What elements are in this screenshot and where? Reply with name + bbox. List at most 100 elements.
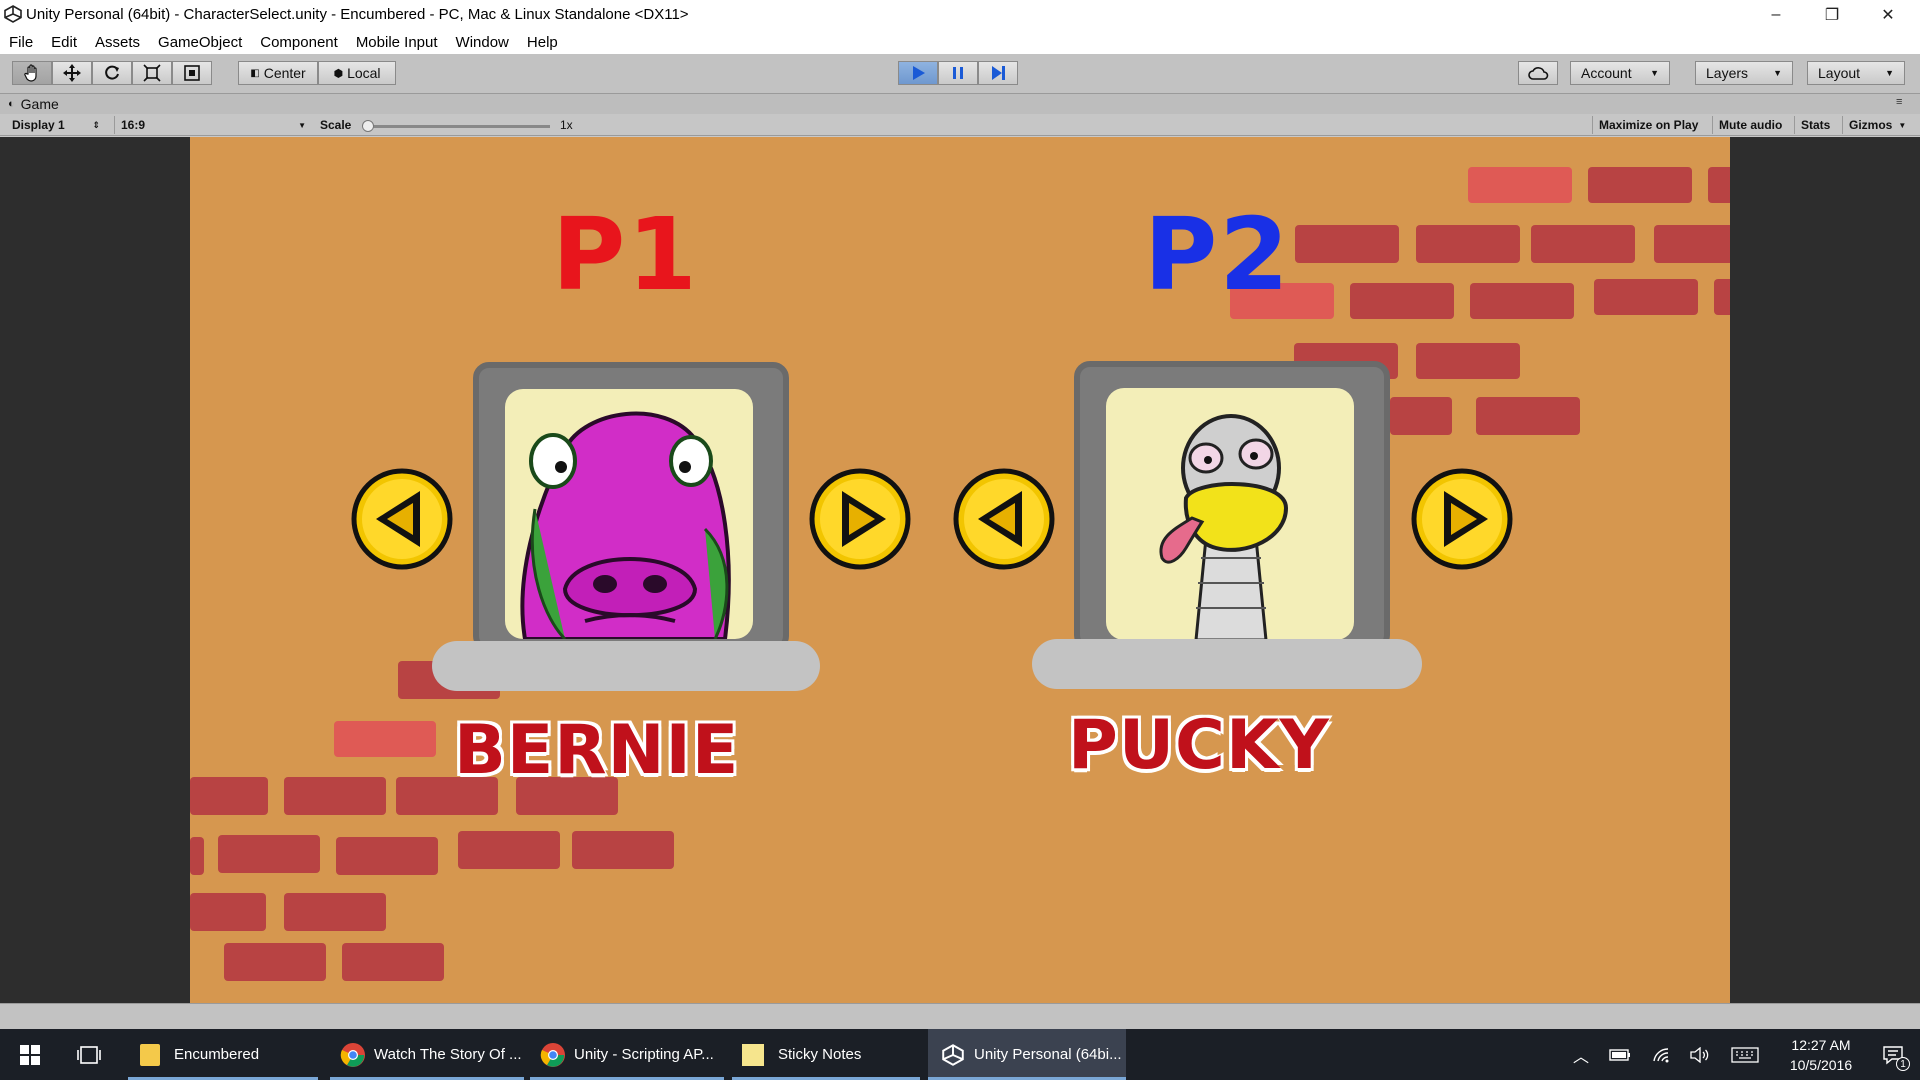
- clock-time: 12:27 AM: [1791, 1036, 1851, 1053]
- folder-icon: [140, 1043, 160, 1066]
- game-tab-strip: ◐ Game ≡: [0, 94, 1920, 114]
- account-dropdown[interactable]: Account ▼: [1570, 61, 1670, 85]
- taskbar-item-label: Watch The Story Of ...: [374, 1046, 522, 1063]
- scale-icon: [143, 64, 161, 82]
- tab-game[interactable]: ◐ Game: [8, 96, 59, 112]
- clock[interactable]: 12:27 AM 10/5/2016: [1772, 1029, 1870, 1080]
- wifi-icon[interactable]: [1648, 1029, 1676, 1080]
- menu-file[interactable]: File: [0, 34, 42, 51]
- p1-label: P1: [552, 196, 699, 313]
- hand-tool-button[interactable]: [12, 61, 52, 85]
- action-center-button[interactable]: 1: [1870, 1029, 1916, 1080]
- game-canvas[interactable]: P1 P2 BERNIE PUCKY: [190, 137, 1730, 1003]
- pause-icon: [953, 67, 963, 79]
- pivot-center-toggle[interactable]: ◧ Center: [238, 61, 318, 85]
- gizmos-dropdown[interactable]: Gizmos ▼: [1842, 116, 1912, 134]
- volume-icon[interactable]: [1686, 1029, 1714, 1080]
- unity-icon: [942, 1043, 964, 1066]
- main-toolbar: ◧ Center ⬢ Local Account ▼ Layers ▼ Layo…: [0, 54, 1920, 94]
- menu-component[interactable]: Component: [251, 34, 347, 51]
- p2-prev-button[interactable]: [952, 467, 1056, 571]
- menu-help[interactable]: Help: [518, 34, 567, 51]
- windows-taskbar: Encumbered Watch The Story Of ... Unity …: [0, 1029, 1920, 1080]
- start-button[interactable]: [0, 1029, 60, 1080]
- taskbar-item-chrome-1[interactable]: Watch The Story Of ...: [330, 1029, 524, 1080]
- left-arrow-icon: [953, 468, 1055, 570]
- p1-next-button[interactable]: [808, 467, 912, 571]
- layers-dropdown[interactable]: Layers ▼: [1695, 61, 1793, 85]
- task-view-icon: [77, 1045, 101, 1064]
- chrome-icon: [540, 1042, 565, 1067]
- space-local-toggle[interactable]: ⬢ Local: [318, 61, 396, 85]
- dropdown-arrow-icon: ▼: [1885, 68, 1894, 78]
- status-bar: [0, 1003, 1920, 1029]
- close-button[interactable]: ✕: [1860, 0, 1916, 30]
- menu-window[interactable]: Window: [447, 34, 518, 51]
- pucky-duck-portrait: [1159, 414, 1289, 640]
- p2-portrait: [1106, 388, 1354, 640]
- rect-tool-button[interactable]: [172, 61, 212, 85]
- right-arrow-icon: [1411, 468, 1513, 570]
- p1-portrait: [505, 389, 753, 639]
- gizmos-label: Gizmos: [1849, 118, 1893, 132]
- show-hidden-icons-chevron-icon[interactable]: ︿: [1568, 1029, 1594, 1080]
- layout-dropdown[interactable]: Layout ▼: [1807, 61, 1905, 85]
- restore-button[interactable]: ❐: [1804, 0, 1860, 30]
- menu-edit[interactable]: Edit: [42, 34, 86, 51]
- pause-button[interactable]: [938, 61, 978, 85]
- menu-mobile-input[interactable]: Mobile Input: [347, 34, 447, 51]
- dropdown-arrow-icon: ▼: [1650, 68, 1659, 78]
- battery-icon[interactable]: [1606, 1029, 1634, 1080]
- maximize-on-play-toggle[interactable]: Maximize on Play: [1592, 116, 1704, 134]
- p2-next-button[interactable]: [1410, 467, 1514, 571]
- sticky-notes-icon: [742, 1043, 764, 1066]
- dropdown-arrow-icon: ▼: [1773, 68, 1782, 78]
- p1-shelf: [432, 641, 820, 691]
- menu-assets[interactable]: Assets: [86, 34, 149, 51]
- stats-toggle[interactable]: Stats: [1794, 116, 1836, 134]
- rotate-icon: [105, 65, 119, 80]
- account-label: Account: [1581, 65, 1632, 81]
- windows-logo-icon: [20, 1044, 40, 1065]
- display-dropdown[interactable]: Display 1 ⇕: [6, 116, 106, 134]
- left-arrow-icon: [351, 468, 453, 570]
- notification-count: 1: [1896, 1057, 1910, 1071]
- panel-menu-icon[interactable]: ≡: [1896, 96, 1902, 108]
- layers-label: Layers: [1706, 65, 1749, 81]
- display-label: Display 1: [12, 118, 65, 132]
- play-button[interactable]: [898, 61, 938, 85]
- step-button[interactable]: [978, 61, 1018, 85]
- window-title: Unity Personal (64bit) - CharacterSelect…: [26, 6, 689, 23]
- step-icon: [992, 66, 1005, 80]
- touch-keyboard-icon[interactable]: [1728, 1029, 1762, 1080]
- minimize-button[interactable]: –: [1748, 0, 1804, 30]
- p1-prev-button[interactable]: [350, 467, 454, 571]
- scale-slider-track[interactable]: [364, 125, 550, 128]
- taskbar-item-label: Unity Personal (64bi...: [974, 1046, 1122, 1063]
- clock-date: 10/5/2016: [1789, 1056, 1853, 1073]
- task-view-button[interactable]: [60, 1029, 118, 1080]
- menu-gameobject[interactable]: GameObject: [149, 34, 251, 51]
- taskbar-item-unity[interactable]: Unity Personal (64bi...: [928, 1029, 1126, 1080]
- space-label: Local: [347, 65, 381, 81]
- mute-audio-toggle[interactable]: Mute audio: [1712, 116, 1788, 134]
- rotate-tool-button[interactable]: [92, 61, 132, 85]
- p2-label: P2: [1144, 196, 1291, 313]
- dropdown-arrow-icon: ▼: [1898, 120, 1907, 130]
- bernie-dino-portrait: [520, 411, 731, 639]
- scale-tool-button[interactable]: [132, 61, 172, 85]
- menu-bar: File Edit Assets GameObject Component Mo…: [0, 30, 1920, 54]
- taskbar-item-sticky-notes[interactable]: Sticky Notes: [732, 1029, 920, 1080]
- cloud-icon: [1528, 67, 1549, 80]
- game-pacman-icon: ◐: [8, 98, 15, 110]
- hand-icon: [24, 64, 37, 82]
- aspect-dropdown[interactable]: 16:9 ▼: [114, 116, 312, 134]
- pivot-icon: ◧: [250, 67, 260, 79]
- taskbar-item-chrome-2[interactable]: Unity - Scripting AP...: [530, 1029, 724, 1080]
- updown-arrow-icon: ⇕: [92, 119, 100, 130]
- scale-slider-thumb[interactable]: [362, 120, 374, 132]
- cloud-button[interactable]: [1518, 61, 1558, 85]
- taskbar-item-encumbered[interactable]: Encumbered: [128, 1029, 318, 1080]
- game-tab-label: Game: [20, 96, 59, 112]
- move-tool-button[interactable]: [52, 61, 92, 85]
